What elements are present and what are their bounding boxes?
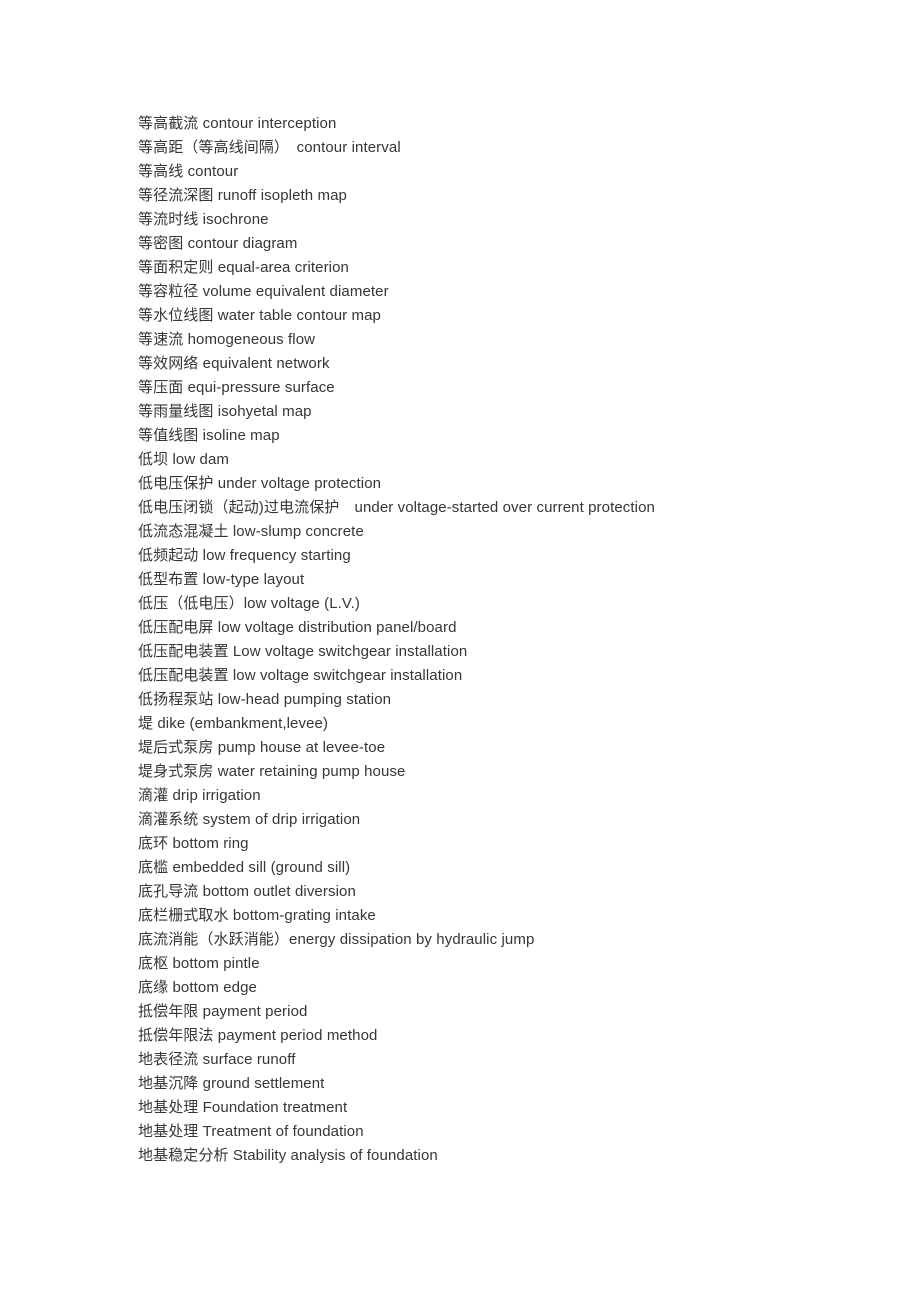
glossary-entry: 等流时线 isochrone — [138, 211, 269, 228]
glossary-entry: 堤后式泵房 pump house at levee-toe — [138, 739, 386, 756]
glossary-entry: 地基处理 Foundation treatment — [138, 1099, 348, 1116]
glossary-entry: 低电压保护 under voltage protection — [138, 475, 382, 492]
glossary-entry: 等高线 contour — [138, 163, 239, 180]
glossary-entry: 地基沉降 ground settlement — [138, 1075, 325, 1092]
glossary-entry: 等密图 contour diagram — [138, 235, 298, 252]
glossary-entry: 等容粒径 volume equivalent diameter — [138, 283, 389, 300]
glossary-entry: 低扬程泵站 low-head pumping station — [138, 691, 392, 708]
glossary-entry: 底缘 bottom edge — [138, 979, 257, 996]
glossary-entry: 低流态混凝土 low-slump concrete — [138, 523, 364, 540]
glossary-entry: 等高距（等高线间隔） contour interval — [138, 139, 401, 156]
glossary-entry: 低压配电屏 low voltage distribution panel/boa… — [138, 619, 457, 636]
glossary-entry: 等速流 homogeneous flow — [138, 331, 316, 348]
glossary-entry: 堤身式泵房 water retaining pump house — [138, 763, 406, 780]
glossary-entry: 底槛 embedded sill (ground sill) — [138, 859, 351, 876]
glossary-entry: 堤 dike (embankment,levee) — [138, 715, 329, 732]
glossary-entry: 抵偿年限 payment period — [138, 1003, 308, 1020]
glossary-entry: 等径流深图 runoff isopleth map — [138, 187, 347, 204]
glossary-entry: 底枢 bottom pintle — [138, 955, 260, 972]
glossary-entry: 底流消能（水跃消能）energy dissipation by hydrauli… — [138, 931, 535, 948]
glossary-entry: 滴灌系统 system of drip irrigation — [138, 811, 361, 828]
glossary-entry: 地表径流 surface runoff — [138, 1051, 296, 1068]
glossary-entry: 低坝 low dam — [138, 451, 230, 468]
glossary-entry: 等面积定则 equal-area criterion — [138, 259, 350, 276]
glossary-entry: 低压配电装置 low voltage switchgear installati… — [138, 667, 463, 684]
glossary-entry: 底环 bottom ring — [138, 835, 249, 852]
glossary-entry: 等水位线图 water table contour map — [138, 307, 381, 324]
glossary-entry: 低电压闭锁（起动)过电流保护 under voltage-started ove… — [138, 499, 655, 516]
glossary-entry: 底栏栅式取水 bottom-grating intake — [138, 907, 376, 924]
glossary-entry: 等压面 equi-pressure surface — [138, 379, 335, 396]
document-page: 等高截流 contour interception 等高距（等高线间隔） cont… — [0, 0, 920, 1302]
glossary-entry: 低频起动 low frequency starting — [138, 547, 351, 564]
glossary-entry: 抵偿年限法 payment period method — [138, 1027, 378, 1044]
glossary-entry: 底孔导流 bottom outlet diversion — [138, 883, 356, 900]
glossary-entry: 等雨量线图 isohyetal map — [138, 403, 312, 420]
glossary-entry: 等值线图 isoline map — [138, 427, 280, 444]
glossary-entry: 地基稳定分析 Stability analysis of foundation — [138, 1147, 438, 1164]
glossary-entry: 低压配电装置 Low voltage switchgear installati… — [138, 643, 468, 660]
glossary-entry: 滴灌 drip irrigation — [138, 787, 261, 804]
glossary-entry-list: 等高截流 contour interception 等高距（等高线间隔） cont… — [138, 112, 880, 1168]
glossary-entry: 低型布置 low-type layout — [138, 571, 305, 588]
glossary-entry: 等高截流 contour interception — [138, 115, 337, 132]
glossary-entry: 地基处理 Treatment of foundation — [138, 1123, 364, 1140]
glossary-entry: 等效网络 equivalent network — [138, 355, 330, 372]
glossary-entry: 低压（低电压）low voltage (L.V.) — [138, 595, 361, 612]
